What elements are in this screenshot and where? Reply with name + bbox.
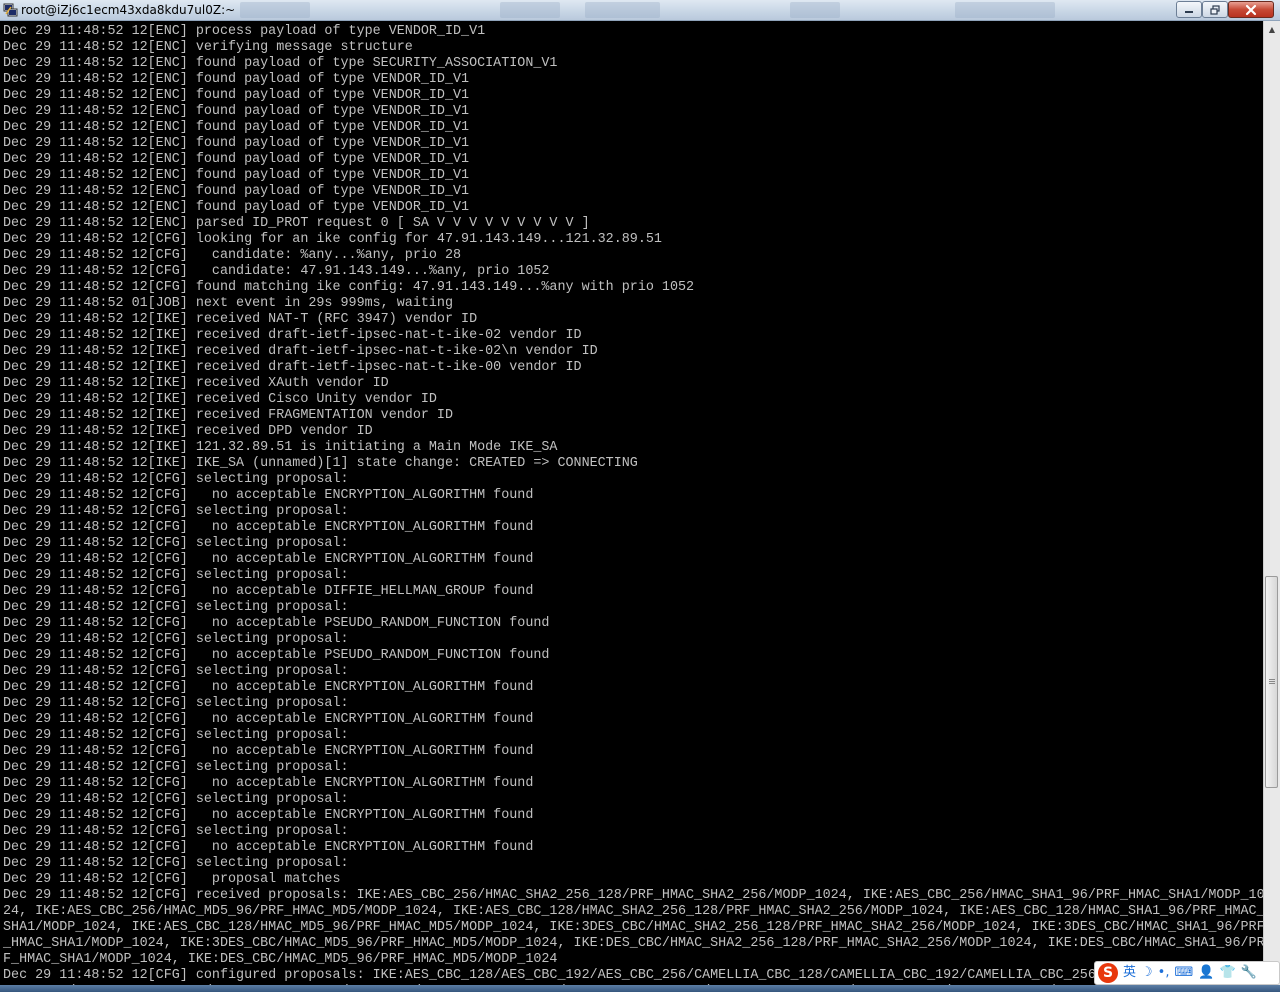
scrollbar-thumb[interactable] xyxy=(1265,576,1278,788)
log-line: Dec 29 11:48:52 12[CFG] looking for an i… xyxy=(3,232,662,247)
log-line: Dec 29 11:48:52 12[CFG] no acceptable EN… xyxy=(3,776,534,791)
log-line: Dec 29 11:48:52 12[IKE] received draft-i… xyxy=(3,328,582,343)
grip-line xyxy=(1269,679,1275,680)
terminal-window: root@iZj6c1ecm43xda8kdu7ul0Z:~ Dec 29 11… xyxy=(0,0,1280,992)
log-line: Dec 29 11:48:52 12[CFG] no acceptable EN… xyxy=(3,488,534,503)
log-line: Dec 29 11:48:52 12[CFG] no acceptable EN… xyxy=(3,680,534,695)
restore-icon xyxy=(1210,4,1220,15)
log-line: Dec 29 11:48:52 12[CFG] no acceptable EN… xyxy=(3,520,534,535)
close-button[interactable] xyxy=(1228,1,1274,18)
grip-line xyxy=(1269,683,1275,684)
log-line: Dec 29 11:48:52 12[IKE] IKE_SA (unnamed)… xyxy=(3,456,638,471)
log-line: Dec 29 11:48:52 12[ENC] parsed ID_PROT r… xyxy=(3,216,590,231)
log-line: Dec 29 11:48:52 12[IKE] received DPD ven… xyxy=(3,424,373,439)
log-line: _HMAC_SHA1/MODP_1024, IKE:3DES_CBC/HMAC_… xyxy=(3,936,1263,951)
log-line: Dec 29 11:48:52 12[ENC] verifying messag… xyxy=(3,40,413,55)
titlebar-reflection xyxy=(790,2,840,18)
log-line: Dec 29 11:48:52 12[CFG] received proposa… xyxy=(3,888,1263,903)
log-line: Dec 29 11:48:52 12[CFG] selecting propos… xyxy=(3,728,349,743)
minimize-button[interactable] xyxy=(1176,1,1202,18)
log-line: Dec 29 11:48:52 12[IKE] 121.32.89.51 is … xyxy=(3,440,558,455)
taskbar xyxy=(0,985,1280,992)
keyboard-icon[interactable]: ⌨ xyxy=(1174,963,1193,983)
terminal-output-area[interactable]: Dec 29 11:48:52 12[ENC] process payload … xyxy=(0,21,1263,985)
titlebar-reflection xyxy=(585,2,660,18)
log-line: Dec 29 11:48:52 01[JOB] next event in 29… xyxy=(3,296,453,311)
title-bar[interactable]: root@iZj6c1ecm43xda8kdu7ul0Z:~ xyxy=(0,0,1280,21)
log-line: Dec 29 11:48:52 12[CFG] selecting propos… xyxy=(3,696,349,711)
log-line: Dec 29 11:48:52 12[CFG] no acceptable EN… xyxy=(3,744,534,759)
log-line: Dec 29 11:48:52 12[ENC] process payload … xyxy=(3,24,486,39)
settings-icon[interactable]: 🔧 xyxy=(1241,963,1257,983)
log-line: Dec 29 11:48:52 12[CFG] proposal matches xyxy=(3,872,341,887)
log-output: Dec 29 11:48:52 12[ENC] process payload … xyxy=(3,24,1263,985)
log-line: Dec 29 11:48:52 12[CFG] selecting propos… xyxy=(3,536,349,551)
log-line: Dec 29 11:48:52 12[CFG] no acceptable EN… xyxy=(3,808,534,823)
log-line: Dec 29 11:48:52 12[CFG] selecting propos… xyxy=(3,632,349,647)
log-line: Dec 29 11:48:52 12[IKE] received NAT-T (… xyxy=(3,312,478,327)
log-line: Dec 29 11:48:52 12[CFG] selecting propos… xyxy=(3,824,349,839)
skin-icon[interactable]: 👕 xyxy=(1219,963,1235,983)
ime-toolbar[interactable]: S 英 ☽ •, ⌨ 👤 👕 🔧 xyxy=(1094,961,1280,985)
log-line: Dec 29 11:48:52 12[CFG] selecting propos… xyxy=(3,760,349,775)
log-line: Dec 29 11:48:52 12[CFG] no acceptable DI… xyxy=(3,584,534,599)
log-line: Dec 29 11:48:52 12[ENC] found payload of… xyxy=(3,168,470,183)
log-line: Dec 29 11:48:52 12[CFG] no acceptable EN… xyxy=(3,712,534,727)
punctuation-icon[interactable]: •, xyxy=(1158,963,1170,983)
close-icon xyxy=(1245,4,1257,15)
scroll-up-icon[interactable]: ▲ xyxy=(1264,21,1280,37)
log-line: 24, IKE:AES_CBC_256/HMAC_MD5_96/PRF_HMAC… xyxy=(3,904,1263,919)
titlebar-reflection xyxy=(240,2,310,18)
log-line: Dec 29 11:48:52 12[ENC] found payload of… xyxy=(3,104,470,119)
log-line: Dec 29 11:48:52 12[CFG] selecting propos… xyxy=(3,856,349,871)
log-line: Dec 29 11:48:52 12[CFG] candidate: %any.… xyxy=(3,248,462,263)
titlebar-reflection xyxy=(500,2,560,18)
log-line: Dec 29 11:48:52 12[CFG] no acceptable PS… xyxy=(3,616,550,631)
ime-language-toggle[interactable]: 英 xyxy=(1123,963,1136,983)
log-line: Dec 29 11:48:52 12[CFG] no acceptable EN… xyxy=(3,840,534,855)
log-line: Dec 29 11:48:52 12[IKE] received draft-i… xyxy=(3,344,598,359)
log-line: Dec 29 11:48:52 12[IKE] received draft-i… xyxy=(3,360,582,375)
log-line: Dec 29 11:48:52 12[IKE] received Cisco U… xyxy=(3,392,437,407)
log-line: Dec 29 11:48:52 12[CFG] selecting propos… xyxy=(3,504,349,519)
titlebar-reflection xyxy=(955,2,1055,18)
log-line: F_HMAC_SHA1/MODP_1024, IKE:DES_CBC/HMAC_… xyxy=(3,952,558,967)
log-line: Dec 29 11:48:52 12[CFG] no acceptable EN… xyxy=(3,552,534,567)
sogou-logo-icon[interactable]: S xyxy=(1098,963,1118,983)
user-icon[interactable]: 👤 xyxy=(1198,963,1214,983)
minimize-icon xyxy=(1185,10,1193,13)
moon-icon[interactable]: ☽ xyxy=(1141,963,1153,983)
log-line: Dec 29 11:48:52 12[ENC] found payload of… xyxy=(3,56,558,71)
putty-icon[interactable] xyxy=(3,2,18,17)
grip-line xyxy=(1269,681,1275,682)
log-line: Dec 29 11:48:52 12[CFG] configured propo… xyxy=(3,968,1169,983)
log-line: Dec 29 11:48:52 12[CFG] candidate: 47.91… xyxy=(3,264,550,279)
log-line: Dec 29 11:48:52 12[ENC] found payload of… xyxy=(3,152,470,167)
log-line: Dec 29 11:48:52 12[IKE] received XAuth v… xyxy=(3,376,389,391)
log-line: Dec 29 11:48:52 12[ENC] found payload of… xyxy=(3,88,470,103)
log-line: Dec 29 11:48:52 12[CFG] selecting propos… xyxy=(3,792,349,807)
log-line: Dec 29 11:48:52 12[ENC] found payload of… xyxy=(3,120,470,135)
log-line: Dec 29 11:48:52 12[IKE] received FRAGMEN… xyxy=(3,408,453,423)
window-title: root@iZj6c1ecm43xda8kdu7ul0Z:~ xyxy=(21,3,236,17)
log-line: Dec 29 11:48:52 12[CFG] selecting propos… xyxy=(3,600,349,615)
log-line: Dec 29 11:48:52 12[CFG] selecting propos… xyxy=(3,472,349,487)
log-line: Dec 29 11:48:52 12[CFG] found matching i… xyxy=(3,280,695,295)
log-line: Dec 29 11:48:52 12[CFG] selecting propos… xyxy=(3,664,349,679)
log-line: Dec 29 11:48:52 12[CFG] no acceptable PS… xyxy=(3,648,550,663)
log-line: Dec 29 11:48:52 12[ENC] found payload of… xyxy=(3,136,470,151)
log-line: Dec 29 11:48:52 12[ENC] found payload of… xyxy=(3,184,470,199)
log-line: Dec 29 11:48:52 12[CFG] selecting propos… xyxy=(3,568,349,583)
vertical-scrollbar[interactable]: ▲ ▼ xyxy=(1263,21,1280,985)
log-line: Dec 29 11:48:52 12[ENC] found payload of… xyxy=(3,72,470,87)
log-line: Dec 29 11:48:52 12[ENC] found payload of… xyxy=(3,200,470,215)
log-line: SHA1/MODP_1024, IKE:AES_CBC_128/HMAC_MD5… xyxy=(3,920,1263,935)
maximize-button[interactable] xyxy=(1202,1,1228,18)
